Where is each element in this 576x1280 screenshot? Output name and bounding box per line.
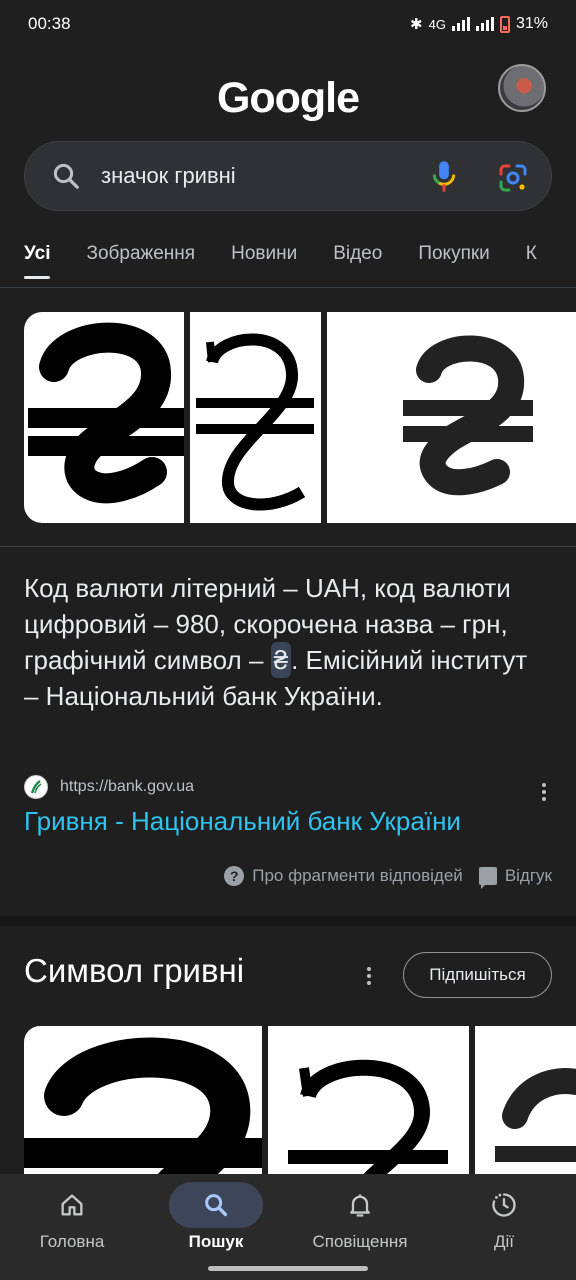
avatar[interactable] bbox=[498, 64, 546, 112]
home-icon-wrap bbox=[25, 1182, 119, 1228]
bluetooth-icon: ✱ bbox=[410, 16, 423, 33]
nav-activity[interactable]: Дії bbox=[432, 1182, 576, 1280]
signal-icon-2 bbox=[475, 17, 494, 31]
hryvnia-image-4[interactable] bbox=[24, 1026, 262, 1174]
tab-shopping[interactable]: Покупки bbox=[418, 235, 489, 279]
feedback-button[interactable]: Відгук bbox=[478, 866, 552, 889]
battery-level: 31% bbox=[515, 15, 548, 32]
microphone-icon[interactable] bbox=[429, 160, 459, 194]
signal-icon bbox=[451, 17, 470, 31]
divider bbox=[0, 287, 576, 288]
home-icon bbox=[61, 1194, 83, 1216]
search-icon-wrap bbox=[169, 1182, 263, 1228]
hryvnia-image-1[interactable] bbox=[24, 312, 184, 523]
tab-news[interactable]: Новини bbox=[231, 235, 297, 279]
hryvnia-sign-graphic bbox=[495, 1068, 576, 1162]
bell-icon-wrap bbox=[313, 1182, 407, 1228]
subscribe-button[interactable]: Підпишіться bbox=[403, 952, 552, 998]
hryvnia-symbol-highlight: ₴ bbox=[270, 642, 292, 678]
hryvnia-sign-graphic bbox=[196, 333, 314, 511]
feedback-row: ? Про фрагменти відповідей Відгук bbox=[224, 866, 552, 889]
tab-images[interactable]: Зображення bbox=[86, 235, 195, 279]
hryvnia-sign-graphic bbox=[24, 1037, 262, 1174]
activity-icon bbox=[492, 1193, 516, 1217]
bottom-navigation: Головна Пошук Сповіщення Дії bbox=[0, 1174, 576, 1280]
google-lens-icon[interactable] bbox=[497, 162, 529, 194]
more-options-icon[interactable] bbox=[534, 780, 554, 804]
source-row[interactable]: https://bank.gov.ua bbox=[24, 774, 552, 800]
source-url: https://bank.gov.ua bbox=[60, 778, 195, 795]
feedback-label: Відгук bbox=[504, 866, 552, 885]
hryvnia-sign-graphic bbox=[403, 335, 533, 496]
gesture-handle[interactable] bbox=[208, 1266, 368, 1271]
status-bar: 00:38 ✱ 4G 31% bbox=[0, 0, 576, 48]
tab-more[interactable]: К bbox=[526, 235, 537, 279]
bank-favicon bbox=[24, 775, 48, 799]
feedback-icon bbox=[478, 867, 497, 889]
network-label: 4G bbox=[428, 16, 446, 32]
nav-home-label: Головна bbox=[39, 1232, 105, 1251]
tab-video[interactable]: Відео bbox=[333, 235, 382, 279]
nav-activity-label: Дії bbox=[493, 1232, 514, 1251]
hryvnia-image-3[interactable] bbox=[327, 312, 576, 523]
section-divider bbox=[0, 916, 576, 926]
section-title: Символ гривні bbox=[24, 952, 245, 989]
about-snippets-label: Про фрагменти відповідей bbox=[252, 866, 463, 885]
tab-all[interactable]: Усі bbox=[24, 235, 51, 279]
hryvnia-image-2[interactable] bbox=[190, 312, 321, 523]
divider bbox=[0, 546, 576, 547]
battery-icon bbox=[499, 15, 510, 33]
hryvnia-sign-graphic bbox=[28, 322, 184, 504]
search-tabs: Усі Зображення Новини Відео Покупки К bbox=[0, 235, 576, 279]
help-icon: ? bbox=[224, 866, 245, 886]
nav-notifications-label: Сповіщення bbox=[312, 1232, 408, 1251]
section-more-icon[interactable] bbox=[359, 964, 379, 988]
search-box[interactable]: значок гривні bbox=[24, 141, 552, 211]
hryvnia-sign-graphic bbox=[288, 1059, 448, 1174]
activity-icon-wrap bbox=[457, 1182, 551, 1228]
status-icons: ✱ 4G 31% bbox=[410, 15, 548, 33]
hryvnia-image-5[interactable] bbox=[268, 1026, 469, 1174]
featured-snippet: Код валюти літерний – UAH, код валюти ци… bbox=[24, 570, 544, 714]
nav-home[interactable]: Головна bbox=[0, 1182, 144, 1280]
app-root: 00:38 ✱ 4G 31% Google значок гривні Усі … bbox=[0, 0, 576, 1280]
status-time: 00:38 bbox=[28, 14, 71, 33]
hryvnia-image-6[interactable] bbox=[475, 1026, 576, 1174]
search-icon bbox=[205, 1194, 228, 1217]
result-title-link[interactable]: Гривня - Національний банк України bbox=[24, 806, 461, 837]
search-icon bbox=[53, 163, 79, 189]
bell-icon bbox=[350, 1194, 370, 1217]
nav-search-label: Пошук bbox=[188, 1232, 244, 1251]
search-input[interactable]: значок гривні bbox=[101, 163, 401, 189]
about-snippets-button[interactable]: ? Про фрагменти відповідей bbox=[224, 866, 463, 886]
google-logo: Google bbox=[216, 74, 360, 122]
